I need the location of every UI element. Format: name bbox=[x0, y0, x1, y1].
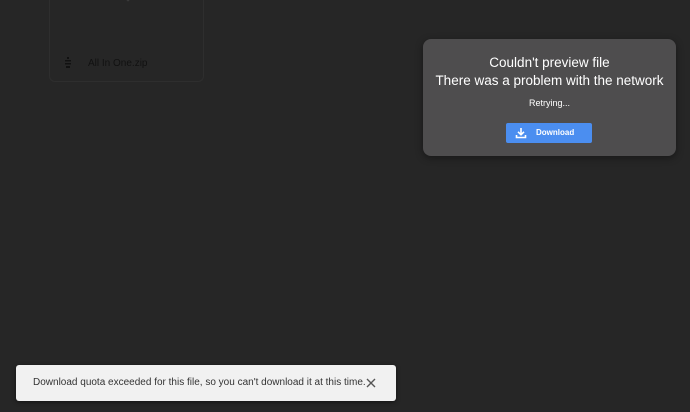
file-name: All In One.zip bbox=[88, 58, 148, 69]
close-icon[interactable] bbox=[366, 378, 376, 388]
file-card[interactable]: All In One.zip bbox=[49, 0, 204, 82]
snackbar: Download quota exceeded for this file, s… bbox=[16, 365, 396, 401]
page: { "file_card": { "file_name": "All In On… bbox=[0, 0, 690, 412]
snackbar-message: Download quota exceeded for this file, s… bbox=[33, 377, 366, 388]
chevron-icon bbox=[122, 0, 134, 2]
download-button[interactable]: Download bbox=[506, 123, 592, 143]
retry-status: Retrying... bbox=[528, 98, 570, 108]
download-label: Download bbox=[536, 128, 575, 137]
zip-file-icon bbox=[63, 57, 73, 69]
dialog-subtitle: There was a problem with the network bbox=[435, 73, 664, 88]
preview-error-dialog: Couldn't preview file There was a proble… bbox=[423, 39, 676, 156]
dialog-title: Couldn't preview file bbox=[489, 55, 610, 70]
download-icon bbox=[515, 127, 527, 139]
